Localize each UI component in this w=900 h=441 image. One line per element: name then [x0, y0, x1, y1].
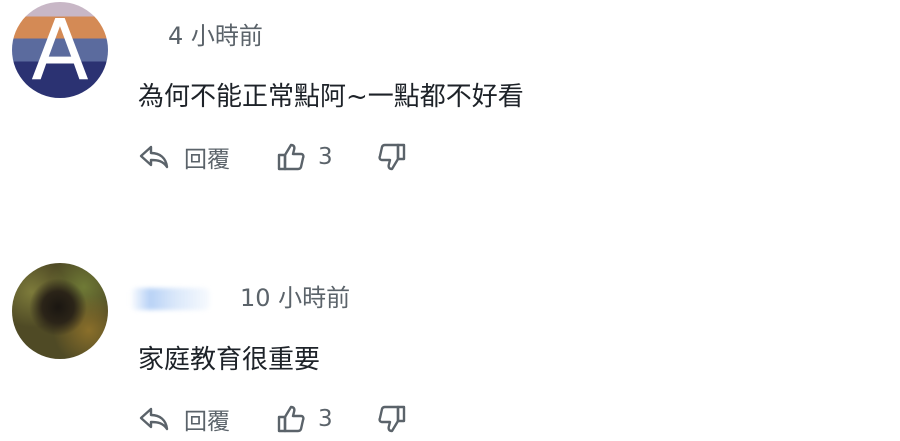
comment-timestamp: 4 小時前: [168, 22, 263, 50]
thumbs-down-icon: [377, 142, 407, 172]
comment-meta: 4 小時前: [168, 16, 263, 51]
reply-button[interactable]: 回覆: [138, 140, 230, 174]
comment-actions: 回覆 3: [138, 402, 407, 436]
reply-arrow-icon: [138, 406, 170, 432]
comment-meta: 10 小時前: [130, 278, 350, 313]
dislike-button[interactable]: [377, 404, 407, 434]
thumbs-down-icon: [377, 404, 407, 434]
username-blurred[interactable]: [130, 288, 210, 310]
avatar[interactable]: [12, 263, 108, 359]
thumbs-up-icon: [276, 404, 306, 434]
avatar[interactable]: A: [12, 2, 108, 98]
comment-actions: 回覆 3: [138, 140, 407, 174]
avatar-letter: A: [31, 2, 89, 98]
comment-text: 為何不能正常點阿~一點都不好看: [138, 82, 524, 112]
thumbs-up-icon: [276, 142, 306, 172]
like-count: 3: [318, 406, 333, 432]
like-button[interactable]: 3: [276, 404, 333, 434]
comment-text: 家庭教育很重要: [138, 345, 321, 375]
like-button[interactable]: 3: [276, 142, 333, 172]
reply-label: 回覆: [184, 409, 230, 435]
reply-label: 回覆: [184, 147, 230, 173]
like-count: 3: [318, 144, 333, 170]
comment-timestamp: 10 小時前: [240, 284, 351, 312]
reply-button[interactable]: 回覆: [138, 402, 230, 436]
dislike-button[interactable]: [377, 142, 407, 172]
reply-arrow-icon: [138, 144, 170, 170]
